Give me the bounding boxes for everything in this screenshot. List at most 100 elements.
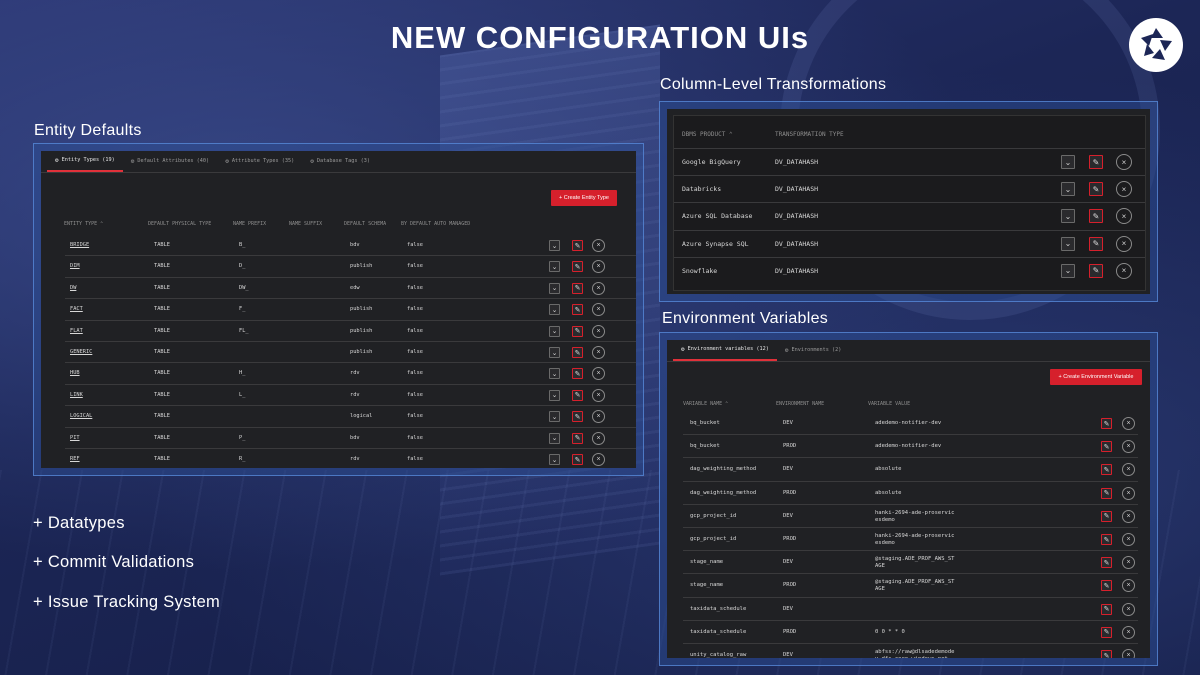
env-edit-button[interactable]: ✎ (1101, 580, 1112, 592)
transform-delete-button[interactable]: × (1116, 262, 1132, 279)
entity-tab-1[interactable]: ⚙ Default Attributes (40) (123, 151, 217, 172)
entity-type-link[interactable]: HUB (70, 370, 80, 376)
entity-delete-button[interactable]: × (592, 281, 605, 295)
env-delete-button[interactable]: × (1122, 649, 1135, 658)
transform-select-button[interactable]: ⌄ (1061, 236, 1075, 251)
env-edit-button[interactable]: ✎ (1101, 557, 1112, 569)
chevron-down-icon: ⌄ (1064, 157, 1072, 167)
entity-type-link[interactable]: DIM (70, 263, 80, 269)
entity-edit-button[interactable]: ✎ (572, 454, 583, 465)
entity-delete-button[interactable]: × (592, 239, 605, 252)
transform-delete-button[interactable]: × (1116, 154, 1132, 170)
transform-delete-button[interactable]: × (1116, 208, 1132, 225)
entity-type-link[interactable]: FLAT (70, 328, 83, 334)
entity-select-button[interactable]: ⌄ (549, 347, 560, 358)
entity-select-button[interactable]: ⌄ (549, 304, 560, 316)
entity-delete-button[interactable]: × (592, 410, 605, 424)
entity-edit-button[interactable]: ✎ (572, 432, 583, 444)
env-delete-button[interactable]: × (1122, 486, 1135, 500)
entity-select-button[interactable]: ⌄ (549, 454, 560, 465)
close-icon: × (1126, 605, 1131, 613)
transform-edit-button[interactable]: ✎ (1089, 182, 1103, 197)
entity-select-button[interactable]: ⌄ (549, 282, 560, 294)
entity-select-button[interactable]: ⌄ (549, 368, 560, 380)
entity-edit-button[interactable]: ✎ (572, 347, 583, 358)
transform-delete-button[interactable]: × (1116, 235, 1132, 252)
env-edit-button[interactable]: ✎ (1101, 603, 1112, 615)
entity-delete-button[interactable]: × (592, 324, 605, 338)
env-edit-button[interactable]: ✎ (1101, 441, 1112, 453)
edit-icon: ✎ (574, 413, 581, 421)
table-cell: false (407, 242, 423, 248)
entity-type-link[interactable]: PIT (70, 435, 80, 441)
entity-delete-button[interactable]: × (592, 260, 605, 274)
entity-select-button[interactable]: ⌄ (549, 240, 560, 251)
create-entity-type-button[interactable]: + Create Entity Type (551, 190, 617, 206)
env-edit-button[interactable]: ✎ (1101, 650, 1112, 658)
env-edit-button[interactable]: ✎ (1101, 464, 1112, 476)
env-edit-button[interactable]: ✎ (1101, 626, 1112, 638)
entity-type-link[interactable]: GENERIC (70, 349, 92, 355)
entity-type-link[interactable]: BRIDGE (70, 242, 89, 248)
chevron-down-icon: ⌄ (551, 413, 558, 421)
entity-edit-button[interactable]: ✎ (572, 325, 583, 337)
transform-select-button[interactable]: ⌄ (1061, 209, 1075, 224)
entity-edit-button[interactable]: ✎ (572, 304, 583, 316)
entity-type-link[interactable]: LOGICAL (70, 413, 92, 419)
transform-delete-button[interactable]: × (1116, 181, 1132, 198)
table-cell: FL_ (239, 327, 249, 334)
env-edit-button[interactable]: ✎ (1101, 487, 1112, 499)
env-delete-button[interactable]: × (1122, 463, 1135, 477)
env-delete-button[interactable]: × (1122, 509, 1135, 523)
transform-edit-button[interactable]: ✎ (1089, 209, 1103, 224)
entity-delete-button[interactable]: × (592, 431, 605, 445)
entity-edit-button[interactable]: ✎ (572, 282, 583, 294)
entity-edit-button[interactable]: ✎ (572, 411, 583, 423)
env-delete-button[interactable]: × (1122, 579, 1135, 593)
entity-select-button[interactable]: ⌄ (549, 411, 560, 423)
env-tab-1[interactable]: ⚙ Environments (2) (777, 340, 850, 361)
transform-select-button[interactable]: ⌄ (1061, 182, 1075, 197)
env-delete-button[interactable]: × (1122, 440, 1135, 454)
entity-delete-button[interactable]: × (592, 303, 605, 317)
create-environment-variable-button[interactable]: + Create Environment Variable (1050, 369, 1142, 385)
table-row: Snowflake DV_DATAHASH ⌄ ✎ × (674, 256, 1145, 284)
entity-select-button[interactable]: ⌄ (549, 432, 560, 444)
transform-edit-button[interactable]: ✎ (1089, 263, 1103, 278)
env-delete-button[interactable]: × (1122, 625, 1135, 639)
entity-tab-0[interactable]: ⚙ Entity Types (19) (47, 151, 123, 172)
table-cell: false (407, 263, 423, 270)
entity-delete-button[interactable]: × (592, 367, 605, 381)
env-edit-button[interactable]: ✎ (1101, 418, 1112, 429)
entity-delete-button[interactable]: × (592, 346, 605, 359)
entity-type-link[interactable]: REF (70, 456, 80, 462)
entity-type-link[interactable]: LINK (70, 392, 83, 398)
entity-select-button[interactable]: ⌄ (549, 261, 560, 273)
entity-edit-button[interactable]: ✎ (572, 261, 583, 273)
transform-edit-button[interactable]: ✎ (1089, 236, 1103, 251)
transform-edit-button[interactable]: ✎ (1089, 155, 1103, 169)
env-delete-button[interactable]: × (1122, 556, 1135, 570)
table-row: HUB TABLE H_ rdv false ⌄ ✎ × (65, 363, 636, 385)
entity-type-link[interactable]: DW (70, 285, 76, 291)
entity-edit-button[interactable]: ✎ (572, 389, 583, 401)
entity-tab-2[interactable]: ⚙ Attribute Types (35) (217, 151, 302, 172)
entity-edit-button[interactable]: ✎ (572, 368, 583, 380)
env-delete-button[interactable]: × (1122, 602, 1135, 616)
entity-select-button[interactable]: ⌄ (549, 325, 560, 337)
transform-select-button[interactable]: ⌄ (1061, 263, 1075, 278)
env-delete-button[interactable]: × (1122, 417, 1135, 430)
transform-select-button[interactable]: ⌄ (1061, 155, 1075, 169)
entity-select-button[interactable]: ⌄ (549, 389, 560, 401)
env-delete-button[interactable]: × (1122, 533, 1135, 546)
env-edit-button[interactable]: ✎ (1101, 534, 1112, 545)
env-tab-0[interactable]: ⚙ Environment variables (12) (673, 340, 777, 361)
env-column-header: VARIABLE NAME ⌃ (683, 401, 729, 407)
entity-tab-3[interactable]: ⚙ Database Tags (3) (302, 151, 378, 172)
entity-edit-button[interactable]: ✎ (572, 240, 583, 251)
entity-type-link[interactable]: FACT (70, 306, 83, 312)
entity-delete-button[interactable]: × (592, 388, 605, 402)
entity-delete-button[interactable]: × (592, 453, 605, 466)
table-cell: L_ (239, 391, 246, 398)
env-edit-button[interactable]: ✎ (1101, 510, 1112, 522)
